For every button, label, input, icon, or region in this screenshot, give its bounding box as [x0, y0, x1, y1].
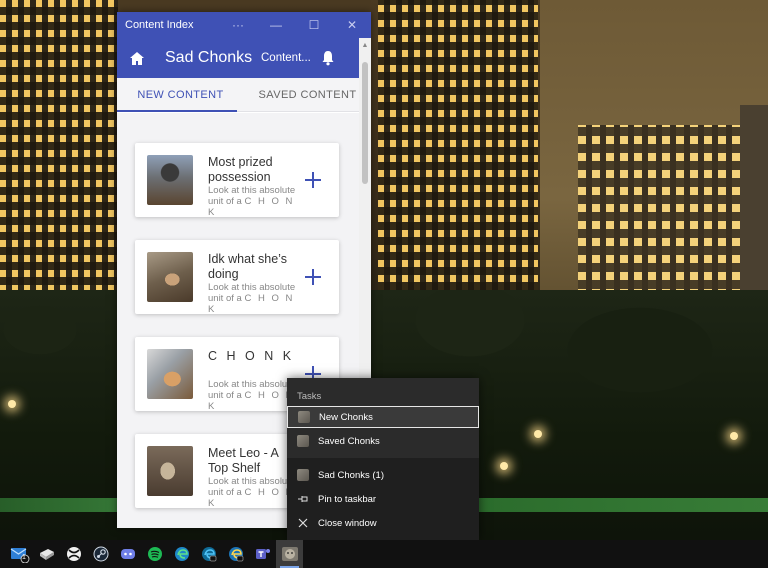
- card-description: Look at this absolute unit of a C H O N …: [208, 476, 298, 509]
- wallpaper-lamp: [534, 430, 542, 438]
- jump-list-item-label: Close window: [318, 517, 377, 529]
- jump-list-item-label: Pin to taskbar: [318, 493, 377, 505]
- taskbar: 1: [0, 540, 768, 568]
- add-icon[interactable]: [303, 170, 323, 190]
- wallpaper-lamp: [500, 462, 508, 470]
- wallpaper-lamp: [730, 432, 738, 440]
- app-bar: Sad Chonks Content...: [117, 38, 371, 78]
- card-title: Most prized possession: [208, 155, 273, 184]
- app-icon: [297, 469, 309, 481]
- mail-badge: 1: [22, 554, 26, 561]
- app-title: Sad Chonks: [165, 49, 253, 66]
- close-icon: [297, 517, 309, 529]
- content-card[interactable]: Idk what she’s doing Look at this absolu…: [135, 240, 339, 315]
- jump-list-item-label: Sad Chonks (1): [318, 469, 385, 481]
- bell-icon[interactable]: [313, 50, 343, 66]
- card-thumbnail: [147, 349, 193, 399]
- card-description: Look at this absolute unit of a C H O N …: [208, 282, 298, 315]
- wallpaper-lamp: [8, 400, 16, 408]
- tab-new-content[interactable]: NEW CONTENT: [117, 78, 244, 111]
- app-icon: [298, 411, 310, 423]
- edge-canary-icon[interactable]: [222, 540, 249, 568]
- jump-list-header: Tasks: [297, 391, 322, 402]
- window-title: Content Index: [125, 19, 194, 31]
- scrollbar-thumb[interactable]: [362, 62, 368, 184]
- jump-list-item-pin-to-taskbar[interactable]: Pin to taskbar: [287, 488, 479, 510]
- app-icon: [297, 435, 309, 447]
- window-titlebar[interactable]: Content Index ··· — ☐ ✕: [117, 12, 371, 38]
- jump-list-item-label: Saved Chonks: [318, 435, 380, 447]
- teams-icon[interactable]: [249, 540, 276, 568]
- card-thumbnail: [147, 446, 193, 496]
- maximize-button[interactable]: ☐: [295, 12, 333, 38]
- discord-icon[interactable]: [114, 540, 141, 568]
- add-icon[interactable]: [303, 267, 323, 287]
- content-tabs: NEW CONTENT SAVED CONTENT: [117, 78, 371, 112]
- steam-icon[interactable]: [87, 540, 114, 568]
- more-button[interactable]: ···: [219, 12, 257, 38]
- jump-list-item-new-chonks[interactable]: New Chonks: [287, 406, 479, 428]
- jump-list-item-close-window[interactable]: Close window: [287, 512, 479, 534]
- taskbar-jump-list: Tasks New Chonks Saved Chonks Sad Chonks…: [287, 378, 479, 540]
- xbox-icon[interactable]: [60, 540, 87, 568]
- edge-dev-icon[interactable]: [195, 540, 222, 568]
- edge-icon[interactable]: [168, 540, 195, 568]
- jump-list-item-label: New Chonks: [319, 411, 373, 423]
- card-thumbnail: [147, 155, 193, 205]
- jump-list-item-saved-chonks[interactable]: Saved Chonks: [287, 430, 479, 452]
- mail-icon[interactable]: 1: [6, 540, 33, 568]
- tab-saved-content[interactable]: SAVED CONTENT: [244, 78, 371, 111]
- active-tab-indicator: [117, 110, 237, 112]
- sad-chonks-icon[interactable]: [276, 540, 303, 568]
- wallpaper-building: [0, 0, 118, 300]
- pin-icon: [297, 493, 309, 505]
- card-title: C H O N K: [208, 349, 295, 363]
- spotify-icon[interactable]: [141, 540, 168, 568]
- file-explorer-icon[interactable]: [33, 540, 60, 568]
- jump-list-item-sad-chonks[interactable]: Sad Chonks (1): [287, 464, 479, 486]
- home-icon[interactable]: [117, 51, 157, 66]
- close-button[interactable]: ✕: [333, 12, 371, 38]
- minimize-button[interactable]: —: [257, 12, 295, 38]
- card-description: Look at this absolute unit of a C H O N …: [208, 379, 298, 412]
- content-menu-button[interactable]: Content...: [253, 52, 313, 64]
- content-card[interactable]: Most prized possession Look at this abso…: [135, 143, 339, 218]
- scroll-up-arrow-icon[interactable]: ▲: [361, 42, 369, 50]
- wallpaper-building: [378, 0, 538, 320]
- card-thumbnail: [147, 252, 193, 302]
- card-title: Idk what she’s doing: [208, 252, 287, 281]
- card-description: Look at this absolute unit of a C H O N …: [208, 185, 298, 218]
